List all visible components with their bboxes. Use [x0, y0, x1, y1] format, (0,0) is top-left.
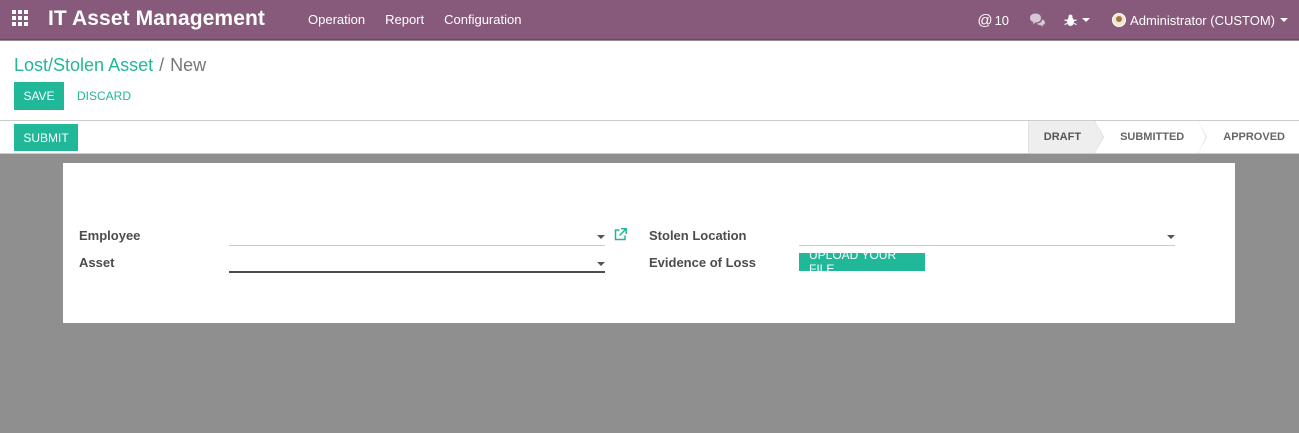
- breadcrumb-current: New: [170, 55, 207, 75]
- stage-draft[interactable]: DRAFT: [1027, 121, 1105, 153]
- avatar: [1112, 13, 1127, 27]
- discard-button[interactable]: DISCARD: [77, 82, 131, 110]
- stage-approved-label: APPROVED: [1223, 131, 1285, 143]
- external-link-icon[interactable]: [614, 228, 627, 241]
- user-label: Administrator (CUSTOM): [1130, 12, 1275, 28]
- breadcrumb-separator: /: [159, 55, 165, 75]
- at-icon: @: [977, 11, 993, 29]
- employee-field[interactable]: [229, 226, 605, 246]
- menu-operation[interactable]: Operation: [308, 12, 365, 27]
- submit-button[interactable]: SUBMIT: [14, 124, 78, 151]
- chevron-down-icon[interactable]: [597, 262, 605, 266]
- chevron-down-icon: [1280, 18, 1288, 22]
- chevron-down-icon: [1082, 18, 1091, 22]
- main-menu: Operation Report Configuration: [308, 12, 541, 27]
- stage-submitted[interactable]: SUBMITTED: [1095, 121, 1208, 153]
- employee-label: Employee: [79, 228, 141, 243]
- upload-file-button[interactable]: UPLOAD YOUR FILE: [799, 248, 925, 276]
- stolen-location-label: Stolen Location: [649, 228, 747, 243]
- app-title[interactable]: IT Asset Management: [48, 7, 265, 31]
- top-navbar: IT Asset Management Operation Report Con…: [0, 0, 1299, 40]
- mentions-button[interactable]: @ 10: [977, 12, 1009, 29]
- stage-approved[interactable]: APPROVED: [1198, 121, 1299, 153]
- systray: @ 10 Administrator (CUSTOM): [977, 0, 1299, 40]
- bug-icon[interactable]: [1064, 14, 1091, 27]
- menu-configuration[interactable]: Configuration: [444, 12, 521, 27]
- stage-pipeline: DRAFT SUBMITTED APPROVED: [1027, 121, 1299, 153]
- menu-report[interactable]: Report: [385, 12, 424, 27]
- chevron-down-icon[interactable]: [1167, 235, 1175, 239]
- breadcrumb: Lost/Stolen Asset / New: [14, 55, 206, 76]
- mentions-count: 10: [994, 12, 1010, 28]
- breadcrumb-parent[interactable]: Lost/Stolen Asset: [14, 55, 153, 75]
- stage-submitted-label: SUBMITTED: [1120, 131, 1185, 143]
- form-statusbar: SUBMIT DRAFT SUBMITTED APPROVED: [0, 121, 1299, 154]
- form-sheet: Employee Asset Stolen Location Evidence …: [63, 163, 1235, 323]
- chat-icon[interactable]: [1029, 13, 1046, 27]
- apps-grid-icon[interactable]: [12, 10, 30, 28]
- save-button[interactable]: SAVE: [14, 82, 64, 110]
- user-menu[interactable]: Administrator (CUSTOM): [1112, 13, 1288, 28]
- stolen-location-field[interactable]: [799, 226, 1175, 246]
- chevron-down-icon[interactable]: [597, 235, 605, 239]
- evidence-label: Evidence of Loss: [649, 255, 756, 270]
- control-panel: Lost/Stolen Asset / New SAVE DISCARD: [0, 41, 1299, 121]
- stage-draft-label: DRAFT: [1043, 131, 1082, 143]
- asset-field[interactable]: [229, 253, 605, 273]
- asset-label: Asset: [79, 255, 115, 270]
